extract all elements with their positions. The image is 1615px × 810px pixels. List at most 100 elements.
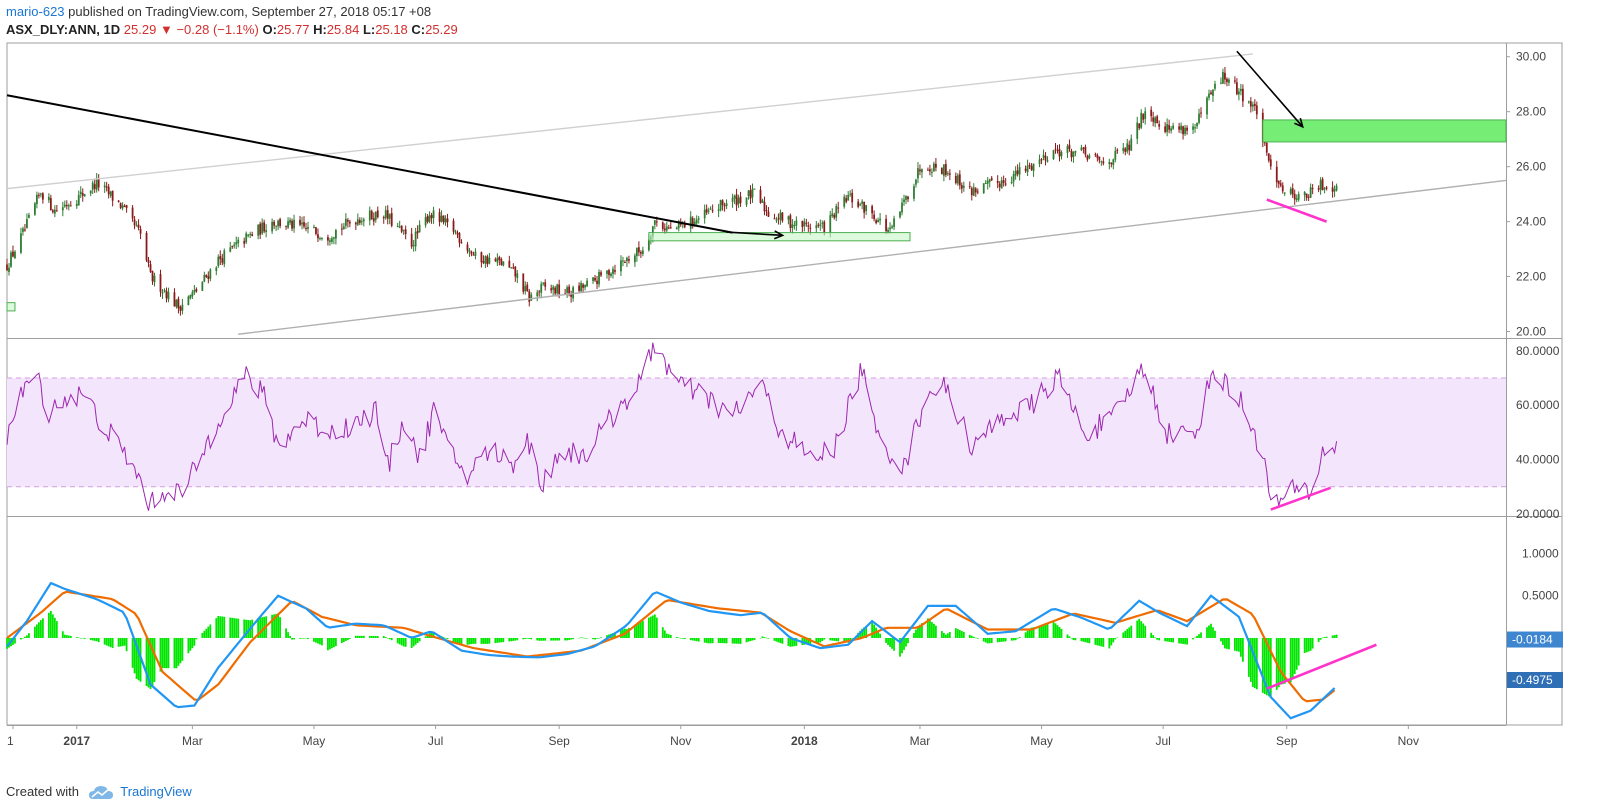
histogram-bar [333, 637, 335, 648]
histogram-bar [486, 637, 489, 644]
histogram-bar [67, 635, 70, 638]
histogram-bar [956, 629, 959, 638]
candle-down [221, 258, 224, 263]
candle-up [524, 286, 527, 292]
histogram-bar [91, 637, 94, 641]
candle-down [1086, 155, 1089, 160]
candle-down [1325, 187, 1328, 189]
candle-up [89, 190, 92, 194]
histogram-bar [998, 637, 1001, 643]
candle-up [342, 226, 345, 229]
histogram-bar [209, 624, 212, 638]
channel-upper-line[interactable] [6, 53, 1253, 190]
candle-down [935, 163, 937, 168]
candle-up [175, 299, 178, 308]
rsi-divergence-line[interactable] [1270, 486, 1332, 511]
histogram-bar [1014, 637, 1017, 641]
candle-down [663, 228, 666, 231]
histogram-bar [500, 637, 503, 643]
tradingview-link[interactable]: TradingView [120, 784, 192, 799]
support-zone-left[interactable] [6, 302, 16, 312]
histogram-bar [751, 637, 754, 641]
histogram-bar [733, 637, 736, 644]
histogram-bar [524, 637, 527, 639]
histogram-bar [735, 637, 738, 644]
candle-up [271, 221, 274, 232]
rsi-tick-label: 80.0000 [1516, 344, 1560, 358]
candle-down [1277, 180, 1280, 184]
candle-up [1323, 188, 1326, 190]
candle-up [1335, 185, 1338, 191]
histogram-bar [745, 637, 748, 643]
candle-up [703, 209, 706, 219]
histogram-bar [570, 637, 573, 640]
trading-chart[interactable]: 30.00 28.00 26.00 24.00 22.00 20.00 80.0000 60.… [0, 0, 1615, 780]
candle-up [293, 219, 295, 229]
candle-up [719, 199, 722, 211]
candle-up [1100, 161, 1103, 163]
histogram-bar [6, 637, 8, 649]
histogram-bar [851, 637, 854, 639]
candle-down [749, 190, 752, 199]
histogram-bar [1170, 637, 1173, 643]
histogram-bar [412, 637, 415, 647]
candle-down [817, 224, 820, 226]
candle-up [329, 240, 331, 242]
candle-up [1032, 163, 1035, 171]
histogram-bar [402, 637, 405, 647]
histogram-bar [111, 637, 114, 649]
histogram-bar [765, 637, 768, 639]
candle-down [1028, 165, 1031, 167]
histogram-bar [986, 637, 989, 644]
histogram-bar [93, 637, 96, 641]
histogram-bar [1305, 637, 1308, 653]
candle-down [480, 252, 483, 263]
candle-down [875, 220, 878, 224]
histogram-bar [36, 624, 38, 638]
histogram-bar [649, 616, 652, 638]
candle-down [1293, 193, 1296, 200]
histogram-bar [1044, 623, 1047, 638]
histogram-bar [488, 637, 491, 644]
candle-up [1108, 161, 1111, 165]
histogram-bar [558, 637, 561, 641]
candle-up [313, 226, 315, 228]
candle-up [731, 197, 734, 202]
time-tick-label: Jul [428, 734, 443, 748]
histogram-bar [28, 633, 30, 638]
histogram-bar [404, 637, 407, 647]
histogram-bar [342, 637, 345, 643]
candle-down [1249, 101, 1252, 107]
candle-up [891, 226, 893, 228]
candle-up [79, 191, 82, 194]
candle-up [67, 205, 70, 207]
candle-down [1044, 155, 1047, 161]
histogram-bar [675, 636, 678, 638]
time-tick-label: May [1030, 734, 1053, 748]
histogram-bar [289, 635, 291, 638]
histogram-bar [681, 637, 684, 639]
candle-down [49, 198, 52, 211]
candle-down [1253, 103, 1256, 106]
projection-arrow[interactable] [1236, 50, 1304, 129]
price-tick-label: 22.00 [1516, 270, 1546, 284]
candle-up [360, 221, 363, 223]
histogram-bar [1333, 635, 1336, 638]
candle-up [598, 271, 600, 285]
rsi-tick-label: 20.0000 [1516, 507, 1560, 521]
histogram-bar [773, 637, 776, 641]
candle-up [879, 218, 881, 221]
histogram-bar [398, 637, 401, 645]
candle-up [22, 228, 24, 232]
candle-up [1072, 151, 1075, 157]
candle-down [472, 254, 475, 256]
histogram-bar [775, 637, 778, 642]
channel-lower-line[interactable] [238, 179, 1507, 335]
histogram-bar [1206, 627, 1208, 638]
candle-up [753, 188, 756, 190]
candle-up [424, 217, 427, 226]
histogram-bar [410, 637, 413, 649]
histogram-bar [1212, 627, 1214, 638]
candle-down [1068, 144, 1071, 149]
histogram-bar [470, 637, 473, 645]
